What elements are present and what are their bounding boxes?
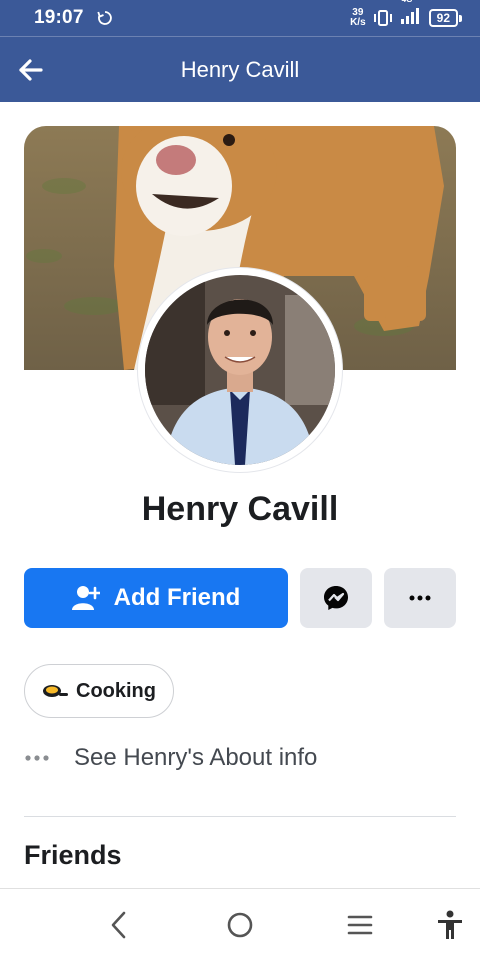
interest-label: Cooking <box>76 679 156 702</box>
add-friend-icon <box>71 586 100 610</box>
add-friend-label: Add Friend <box>113 584 241 611</box>
about-info-text: See Henry's About info <box>74 744 318 771</box>
battery-tip <box>459 14 462 22</box>
accessibility-icon[interactable] <box>434 909 466 941</box>
signal-icon <box>400 7 419 24</box>
system-navigation-bar <box>0 888 480 960</box>
page-title: Henry Cavill <box>180 56 300 82</box>
add-friend-button[interactable]: Add Friend <box>24 568 288 628</box>
avatar[interactable] <box>145 275 335 465</box>
sync-icon <box>97 11 112 25</box>
vibrate-icon <box>373 10 392 26</box>
app-bar: Henry Cavill <box>0 36 480 102</box>
back-arrow-icon[interactable] <box>16 55 46 85</box>
nav-back-icon[interactable] <box>104 909 136 941</box>
friends-section-title: Friends <box>24 840 122 870</box>
battery-level: 92 <box>428 9 458 27</box>
signal-indicator: 4G <box>400 0 422 30</box>
messenger-icon <box>324 586 348 610</box>
frying-pan-icon <box>43 685 68 697</box>
more-horizontal-icon <box>409 595 431 601</box>
about-info-link[interactable]: See Henry's About info <box>24 740 317 776</box>
nav-menu-icon[interactable] <box>344 909 376 941</box>
status-time: 19:07 <box>34 7 84 28</box>
status-bar: 19:07 39 K/s 4G 92 <box>0 0 480 36</box>
network-speed: 39 K/s <box>350 7 366 28</box>
avatar-image <box>145 275 335 465</box>
more-dots-icon <box>25 755 49 761</box>
section-divider <box>24 816 456 817</box>
interest-chip-cooking[interactable]: Cooking <box>24 664 174 718</box>
more-options-button[interactable] <box>384 568 456 628</box>
nav-home-icon[interactable] <box>224 909 256 941</box>
profile-picture-frame[interactable] <box>138 268 342 472</box>
profile-name: Henry Cavill <box>141 490 339 528</box>
message-button[interactable] <box>300 568 372 628</box>
battery-indicator: 92 <box>428 9 462 27</box>
